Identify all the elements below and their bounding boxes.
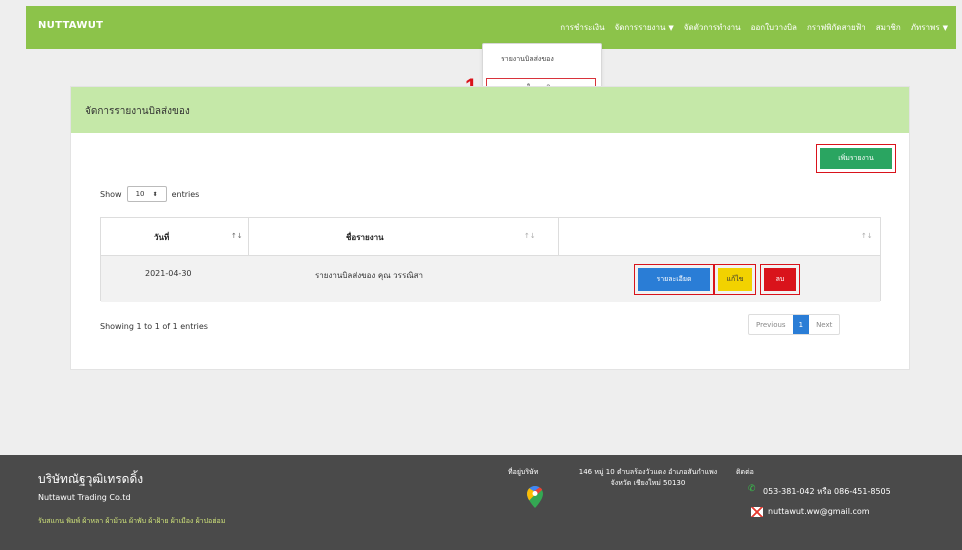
footer-address: 146 หมู่ 10 ตำบลร้องวัวแดง อำเภอสันกำแพง…	[578, 468, 718, 487]
footer-products: รับสแกน พิมพ์ ผ้าหลา ผ้าม้วน ผ้าพับ ผ้าฝ…	[38, 517, 226, 525]
nav-item-label: จัดตัวการทำงาน	[683, 23, 741, 32]
delete-button[interactable]: ลบ	[764, 268, 796, 291]
footer-company-th: บริษัทณัฐวุฒิเทรดดิ้ง	[38, 472, 144, 486]
column-divider	[248, 218, 249, 255]
page: NUTTAWUT การชำระเงิน จัดการรายงาน ▼ จัดตั…	[0, 0, 962, 550]
entries-control: Show 10 ⬍ entries	[100, 186, 199, 202]
row-name: รายงานบิลส่งของ คุณ วรรณิสา	[315, 271, 424, 280]
column-header-date[interactable]: วันที่	[154, 231, 169, 244]
sort-icon[interactable]: ↑↓	[524, 232, 536, 240]
edit-button[interactable]: แก้ไข	[718, 268, 752, 291]
column-divider	[558, 218, 559, 255]
nav-item-payment[interactable]: การชำระเงิน	[560, 21, 604, 34]
phone-icon: ✆	[748, 484, 756, 494]
nav-item-user[interactable]: ภัทราพร ▼	[911, 21, 948, 34]
brand-logo[interactable]: NUTTAWUT	[38, 20, 103, 31]
nav-item-label: การชำระเงิน	[560, 23, 605, 32]
delete-highlight: ลบ	[760, 264, 800, 295]
footer-contact-title: ติดต่อ	[736, 468, 754, 476]
caret-down-icon: ▼	[942, 24, 948, 32]
entries-label: entries	[171, 189, 200, 199]
nav-item-label: กราฟพิกัดสายฟ้า	[806, 23, 866, 32]
nav-item-label: สมาชิก	[875, 23, 901, 32]
footer-address-title: ที่อยู่บริษัท	[508, 468, 539, 476]
add-report-button[interactable]: เพิ่มรายงาน	[820, 148, 892, 169]
caret-down-icon: ▼	[668, 24, 674, 32]
table-info: Showing 1 to 1 of 1 entries	[100, 322, 208, 331]
nav-item-invoice[interactable]: ออกใบวางบิล	[751, 21, 797, 34]
site-footer: บริษัทณัฐวุฒิเทรดดิ้ง Nuttawut Trading C…	[0, 455, 962, 550]
detail-highlight: รายละเอียด	[634, 264, 714, 295]
nav-item-label: ภัทราพร	[910, 23, 940, 32]
detail-button[interactable]: รายละเอียด	[638, 268, 710, 291]
pagination-previous[interactable]: Previous	[749, 315, 793, 334]
add-report-highlight: เพิ่มรายงาน	[816, 144, 896, 173]
pagination-next[interactable]: Next	[809, 315, 839, 334]
footer-email[interactable]: nuttawut.ww@gmail.com	[768, 507, 870, 516]
entries-select-value: 10	[135, 190, 145, 198]
dropdown-item-delivery-report[interactable]: รายงานบิลส่งของ	[501, 54, 554, 65]
nav-item-lightning-graph[interactable]: กราฟพิกัดสายฟ้า	[807, 21, 866, 34]
nav-item-label: จัดการรายงาน	[614, 23, 666, 32]
table-header: วันที่ ↑↓ ชื่อรายงาน ↑↓ ↑↓	[101, 218, 880, 256]
mail-icon	[751, 507, 763, 517]
edit-highlight: แก้ไข	[714, 264, 756, 295]
show-label: Show	[100, 189, 122, 199]
pagination-page-1[interactable]: 1	[792, 315, 810, 334]
pagination: Previous 1 Next	[748, 314, 841, 335]
nav-menu: การชำระเงิน จัดการรายงาน ▼ จัดตัวการทำงาน…	[560, 21, 948, 34]
nav-item-members[interactable]: สมาชิก	[876, 21, 901, 34]
nav-item-work[interactable]: จัดตัวการทำงาน	[684, 21, 741, 34]
sort-icon[interactable]: ↑↓	[861, 232, 873, 240]
nav-item-label: ออกใบวางบิล	[750, 23, 797, 32]
entries-select[interactable]: 10 ⬍	[126, 186, 167, 202]
column-header-name[interactable]: ชื่อรายงาน	[346, 231, 384, 244]
footer-phone: 053-381-042 หรือ 086-451-8505	[763, 487, 891, 496]
footer-company-en: Nuttawut Trading Co.td	[38, 493, 131, 502]
row-date: 2021-04-30	[145, 269, 192, 278]
updown-icon: ⬍	[152, 190, 158, 198]
nav-item-report-manage[interactable]: จัดการรายงาน ▼	[615, 21, 674, 34]
card-title: จัดการรายงานบิลส่งของ	[85, 106, 190, 117]
map-pin-icon[interactable]	[527, 486, 543, 508]
sort-asc-icon[interactable]: ↑↓	[231, 232, 243, 240]
card-header: จัดการรายงานบิลส่งของ	[71, 87, 909, 133]
